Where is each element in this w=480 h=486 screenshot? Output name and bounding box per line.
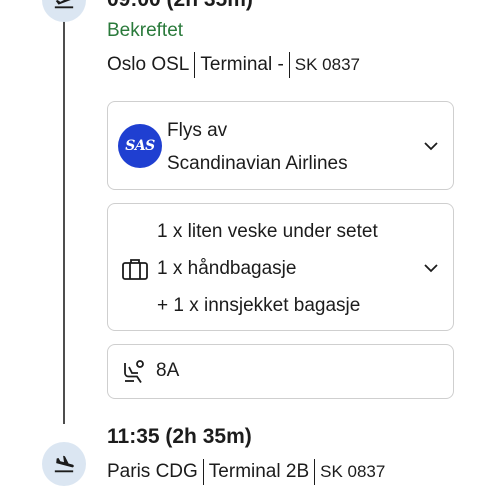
divider [202, 459, 204, 485]
chevron-down-icon[interactable] [423, 260, 439, 276]
plane-landing-icon [54, 455, 74, 473]
arrival-time: 11:35 (2h 35m) [107, 425, 252, 448]
baggage-card[interactable]: 1 x liten veske under setet 1 x håndbaga… [107, 203, 454, 331]
suitcase-icon [122, 259, 148, 280]
departure-route: Oslo OSL Terminal - SK 0837 [107, 52, 360, 78]
seat-number: 8A [156, 360, 180, 381]
airline-name: Scandinavian Airlines [167, 153, 348, 174]
sas-logo: SAS [118, 124, 162, 168]
arrival-dot [42, 442, 86, 486]
plane-takeoff-icon [54, 0, 74, 9]
departure-flight-number: SK 0837 [294, 55, 361, 74]
departure-terminal: Terminal - [200, 54, 284, 75]
departure-dot [42, 0, 86, 22]
checked-baggage-allowance: + 1 x innsjekket bagasje [157, 295, 361, 316]
arrival-route: Paris CDG Terminal 2B SK 0837 [107, 459, 385, 485]
timeline-line [63, 20, 65, 424]
airline-card[interactable]: SAS Flys av Scandinavian Airlines [107, 101, 454, 190]
booking-status: Bekreftet [107, 20, 184, 41]
seat-card[interactable]: 8A [107, 344, 454, 399]
chevron-down-icon[interactable] [423, 138, 439, 154]
hand-luggage-allowance: 1 x håndbagasje [157, 258, 297, 279]
arrival-flight-number: SK 0837 [320, 462, 386, 481]
operated-by-label: Flys av [167, 120, 228, 141]
divider [194, 52, 196, 78]
departure-time: 09:00 (2h 35m) [107, 0, 253, 12]
departure-airport: Oslo OSL [107, 54, 190, 75]
divider [314, 459, 316, 485]
small-bag-allowance: 1 x liten veske under setet [157, 221, 378, 242]
seat-icon [124, 360, 144, 383]
divider [288, 52, 290, 78]
